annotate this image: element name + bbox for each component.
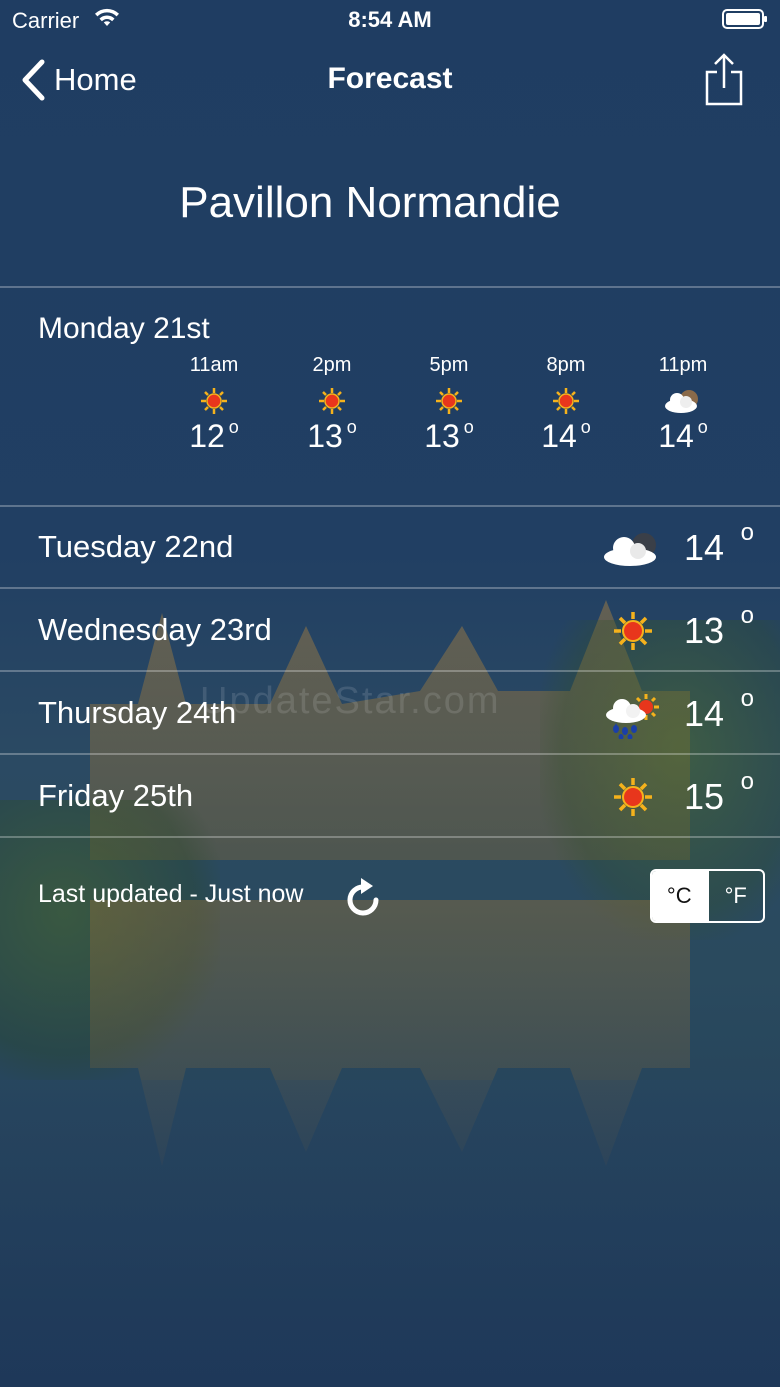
sun-icon xyxy=(434,386,464,416)
rain-sun-icon xyxy=(606,694,659,739)
hour-slot: 11am 12 o xyxy=(159,354,269,455)
hour-temp: 13 o xyxy=(424,417,474,454)
hour-time: 2pm xyxy=(312,354,352,376)
day-temp: 14 xyxy=(683,527,724,568)
cloud-icon xyxy=(665,390,698,413)
forecast-day-row[interactable]: Thursday 24th 14 o xyxy=(0,673,780,753)
hour-temp: 14 o xyxy=(541,417,591,454)
day-name: Wednesday 23rd xyxy=(38,612,272,647)
divider xyxy=(0,286,780,288)
forecast-day-row[interactable]: Friday 25th 15 o xyxy=(0,756,780,836)
refresh-icon[interactable] xyxy=(344,874,386,918)
hour-time: 8pm xyxy=(546,354,586,376)
cloud-icon xyxy=(604,533,656,566)
hour-slot: 2pm 13 o xyxy=(277,354,387,455)
today-label: Monday 21st xyxy=(38,312,210,345)
chevron-left-icon xyxy=(22,59,45,101)
divider xyxy=(0,587,780,589)
hour-time: 11pm xyxy=(658,354,708,376)
degree-symbol: o xyxy=(740,768,754,795)
forecast-day-row[interactable]: Wednesday 23rd 13 o xyxy=(0,590,780,670)
temperature-unit-toggle[interactable]: °C °F xyxy=(650,869,765,923)
status-time: 8:54 AM xyxy=(348,7,432,32)
hour-slot: 8pm 14 o xyxy=(511,354,621,455)
hour-time: 11am xyxy=(189,354,239,376)
sun-icon xyxy=(612,776,654,818)
share-icon[interactable] xyxy=(704,52,744,106)
navigation-bar: Home Forecast xyxy=(0,48,780,114)
battery-icon xyxy=(722,9,767,29)
hour-temp: 12 o xyxy=(189,417,239,454)
hour-slot: 5pm 13 o xyxy=(394,354,504,455)
last-updated-label: Last updated - Just now xyxy=(38,880,304,908)
sun-icon xyxy=(612,610,654,652)
day-name: Tuesday 22nd xyxy=(38,529,234,564)
hour-temp: 13 o xyxy=(307,417,357,454)
location-name: Pavillon Normandie xyxy=(179,178,561,227)
back-button[interactable]: Home xyxy=(20,58,137,102)
day-temp: 15 xyxy=(683,776,724,817)
hour-slot: 11pm 14 o xyxy=(628,354,738,455)
status-bar: Carrier 8:54 AM xyxy=(0,0,780,40)
fahrenheit-option[interactable]: °F xyxy=(706,871,764,921)
divider xyxy=(0,670,780,672)
day-name: Thursday 24th xyxy=(38,695,237,730)
degree-symbol: o xyxy=(740,685,754,712)
hour-time: 5pm xyxy=(429,354,469,376)
day-name: Friday 25th xyxy=(38,778,194,813)
day-temp: 13 xyxy=(683,610,724,651)
day-temp: 14 xyxy=(683,693,724,734)
sun-icon xyxy=(199,386,229,416)
divider xyxy=(0,753,780,755)
degree-symbol: o xyxy=(740,519,754,546)
divider xyxy=(0,836,780,838)
celsius-option[interactable]: °C xyxy=(652,871,707,921)
sun-icon xyxy=(551,386,581,416)
sun-icon xyxy=(317,386,347,416)
degree-symbol: o xyxy=(740,602,754,629)
forecast-day-row[interactable]: Tuesday 22nd 14 o xyxy=(0,507,780,587)
hour-temp: 14 o xyxy=(658,417,708,454)
back-label: Home xyxy=(54,62,137,97)
